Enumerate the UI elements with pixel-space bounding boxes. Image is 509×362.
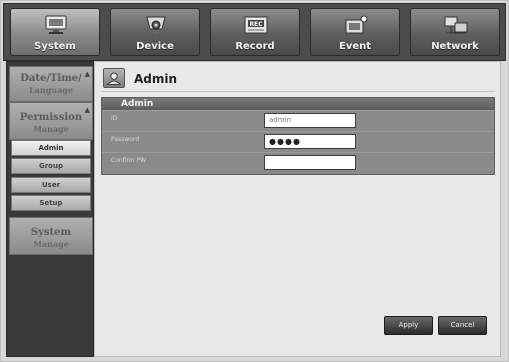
camera-icon [146,16,166,34]
collapse-arrow-icon: ▲ [84,105,90,114]
admin-settings-panel: Admin Admin ID admin Password ●●●● Confi… [94,61,501,357]
sidebar-group-subtitle: Manage [33,124,69,134]
password-label: Password [111,136,140,143]
page-title: Admin [134,72,178,86]
main-tab-bar: System Device REC Record Event Network [3,3,506,61]
tab-record[interactable]: REC Record [210,8,300,56]
sidebar-group-permission-manage[interactable]: Permission Manage ▲ [9,102,93,140]
sidebar-group-date-time-language[interactable]: Date/Time/ Language ▲ [9,66,93,102]
sidebar-group-system-manage[interactable]: System Manage [9,217,93,255]
tab-device-label: Device [136,41,174,52]
confirm-password-row: Confirm PW [102,152,494,172]
settings-sidebar: Date/Time/ Language ▲ Permission Manage … [6,61,94,357]
confirm-password-field[interactable] [264,155,356,170]
password-row: Password ●●●● [102,131,494,151]
confirm-password-label: Confirm PW [111,157,147,164]
svg-text:REC: REC [249,21,263,28]
sidebar-group-title: System [30,227,72,238]
record-icon: REC [244,16,268,34]
monitor-icon [45,15,67,34]
section-title: Admin [102,98,494,110]
tab-record-label: Record [235,41,275,52]
network-icon [444,16,468,34]
admin-section: Admin ID admin Password ●●●● Confirm PW [101,97,495,175]
password-field[interactable]: ●●●● [264,134,356,149]
title-divider [101,91,495,92]
id-field[interactable]: admin [264,113,356,128]
tab-device[interactable]: Device [110,8,200,56]
tab-system-label: System [34,41,76,52]
sidebar-group-subtitle: Language [29,85,73,95]
sidebar-item-user[interactable]: User [11,177,91,193]
admin-user-icon [103,68,125,88]
cancel-button[interactable]: Cancel [438,316,487,335]
sidebar-group-subtitle: Manage [33,239,69,249]
tab-network-label: Network [431,41,479,52]
tab-event-label: Event [338,41,372,52]
event-icon [345,15,368,34]
sidebar-item-group[interactable]: Group [11,158,91,174]
id-row: ID admin [102,110,494,130]
sidebar-item-admin[interactable]: Admin [11,140,91,156]
tab-system[interactable]: System [10,8,100,56]
app-window: System Device REC Record Event Network D… [0,0,509,362]
id-label: ID [111,115,118,122]
sidebar-group-title: Permission [19,112,83,123]
tab-event[interactable]: Event [310,8,400,56]
sidebar-item-setup[interactable]: Setup [11,195,91,211]
tab-network[interactable]: Network [410,8,500,56]
apply-button[interactable]: Apply [384,316,433,335]
sidebar-group-title: Date/Time/ [20,73,82,84]
expand-arrow-icon: ▲ [84,69,90,78]
